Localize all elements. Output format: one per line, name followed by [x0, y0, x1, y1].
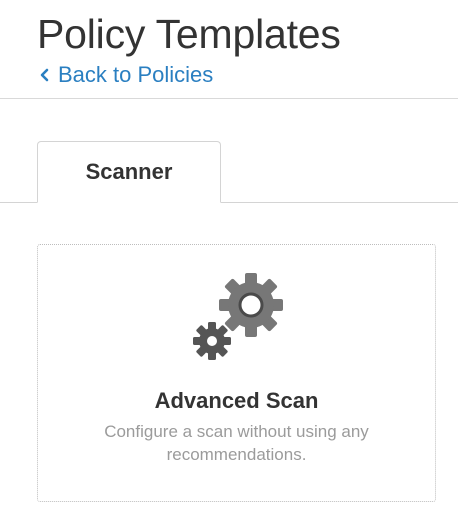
tab-scanner[interactable]: Scanner — [37, 141, 221, 203]
template-card-advanced-scan[interactable]: Advanced Scan Configure a scan without u… — [37, 244, 436, 502]
header-divider — [0, 98, 458, 99]
gears-icon — [193, 273, 283, 360]
tab-label: Scanner — [85, 159, 173, 184]
policy-templates-page: Policy Templates Back to Policies Scanne… — [0, 0, 458, 518]
page-title: Policy Templates — [37, 11, 341, 57]
back-to-policies-link[interactable]: Back to Policies — [38, 60, 213, 90]
template-description: Configure a scan without using any recom… — [104, 422, 369, 464]
back-link-label: Back to Policies — [58, 62, 214, 87]
template-title: Advanced Scan — [154, 388, 319, 413]
chevron-left-icon — [40, 68, 49, 82]
